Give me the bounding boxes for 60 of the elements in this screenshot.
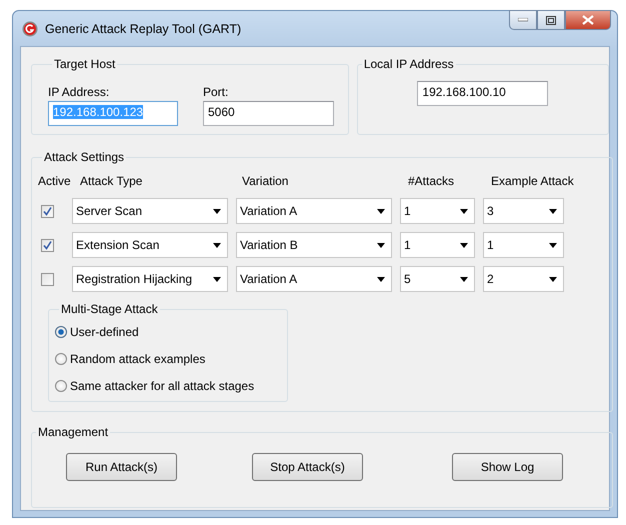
radio-label: Same attacker for all attack stages bbox=[70, 378, 254, 392]
dropdown[interactable]: Server Scan bbox=[72, 198, 228, 224]
action-button[interactable]: Run Attack(s) bbox=[66, 453, 177, 481]
maximize-icon bbox=[546, 16, 556, 24]
caret-icon bbox=[460, 276, 468, 282]
caret-icon bbox=[549, 242, 557, 248]
local-ip-field[interactable]: 192.168.100.10 bbox=[417, 81, 548, 106]
group-title: Target Host bbox=[53, 57, 116, 71]
app-icon bbox=[22, 20, 38, 36]
close-icon bbox=[582, 15, 594, 25]
caret-icon bbox=[213, 208, 221, 214]
group-title: Multi-Stage Attack bbox=[60, 302, 159, 316]
dropdown[interactable]: 1 bbox=[400, 232, 475, 258]
radio-button[interactable] bbox=[55, 380, 67, 392]
caret-icon bbox=[460, 242, 468, 248]
checkmark-icon bbox=[42, 240, 52, 250]
minimize-button[interactable] bbox=[509, 10, 537, 30]
radio-button[interactable] bbox=[55, 352, 67, 364]
checkbox[interactable] bbox=[40, 238, 54, 252]
column-header: Attack Type bbox=[80, 174, 144, 188]
dropdown[interactable]: 5 bbox=[400, 266, 475, 292]
dropdown[interactable]: 3 bbox=[483, 198, 564, 224]
minimize-icon bbox=[518, 18, 528, 22]
dropdown[interactable]: 1 bbox=[400, 198, 475, 224]
caret-icon bbox=[213, 242, 221, 248]
caret-icon bbox=[213, 276, 221, 282]
caret-icon bbox=[377, 208, 385, 214]
checkbox[interactable] bbox=[40, 204, 54, 218]
caret-icon bbox=[377, 276, 385, 282]
close-button[interactable] bbox=[565, 10, 611, 30]
field-label: IP Address: bbox=[48, 85, 110, 101]
dropdown[interactable]: Variation B bbox=[236, 232, 392, 258]
group-title: Management bbox=[37, 425, 110, 439]
caret-icon bbox=[460, 208, 468, 214]
column-header: Example Attack bbox=[491, 174, 574, 188]
checkmark-icon bbox=[42, 206, 52, 216]
dropdown[interactable]: Extension Scan bbox=[72, 232, 228, 258]
dropdown[interactable]: Registration Hijacking bbox=[72, 266, 228, 292]
dropdown[interactable]: Variation A bbox=[236, 198, 392, 224]
radio-button[interactable] bbox=[55, 326, 67, 338]
caret-icon bbox=[549, 208, 557, 214]
port-field[interactable]: 5060 bbox=[203, 101, 334, 126]
radio-label: Random attack examples bbox=[70, 352, 206, 366]
window-title: Generic Attack Replay Tool (GART) bbox=[45, 22, 242, 36]
dropdown[interactable]: 1 bbox=[483, 232, 564, 258]
action-button[interactable]: Stop Attack(s) bbox=[252, 453, 363, 481]
group-title: Attack Settings bbox=[43, 150, 126, 164]
dropdown[interactable]: 2 bbox=[483, 266, 564, 292]
action-button[interactable]: Show Log bbox=[452, 453, 563, 481]
group-title: Local IP Address bbox=[362, 57, 455, 71]
caret-icon bbox=[377, 242, 385, 248]
column-header: #Attacks bbox=[408, 174, 456, 188]
caret-icon bbox=[549, 276, 557, 282]
column-header: Variation bbox=[242, 174, 290, 188]
column-header: Active bbox=[38, 174, 72, 188]
radio-label: User-defined bbox=[70, 324, 139, 338]
dropdown[interactable]: Variation A bbox=[236, 266, 392, 292]
field-label: Port: bbox=[203, 85, 230, 101]
checkbox[interactable] bbox=[40, 272, 54, 286]
maximize-button[interactable] bbox=[537, 10, 565, 30]
